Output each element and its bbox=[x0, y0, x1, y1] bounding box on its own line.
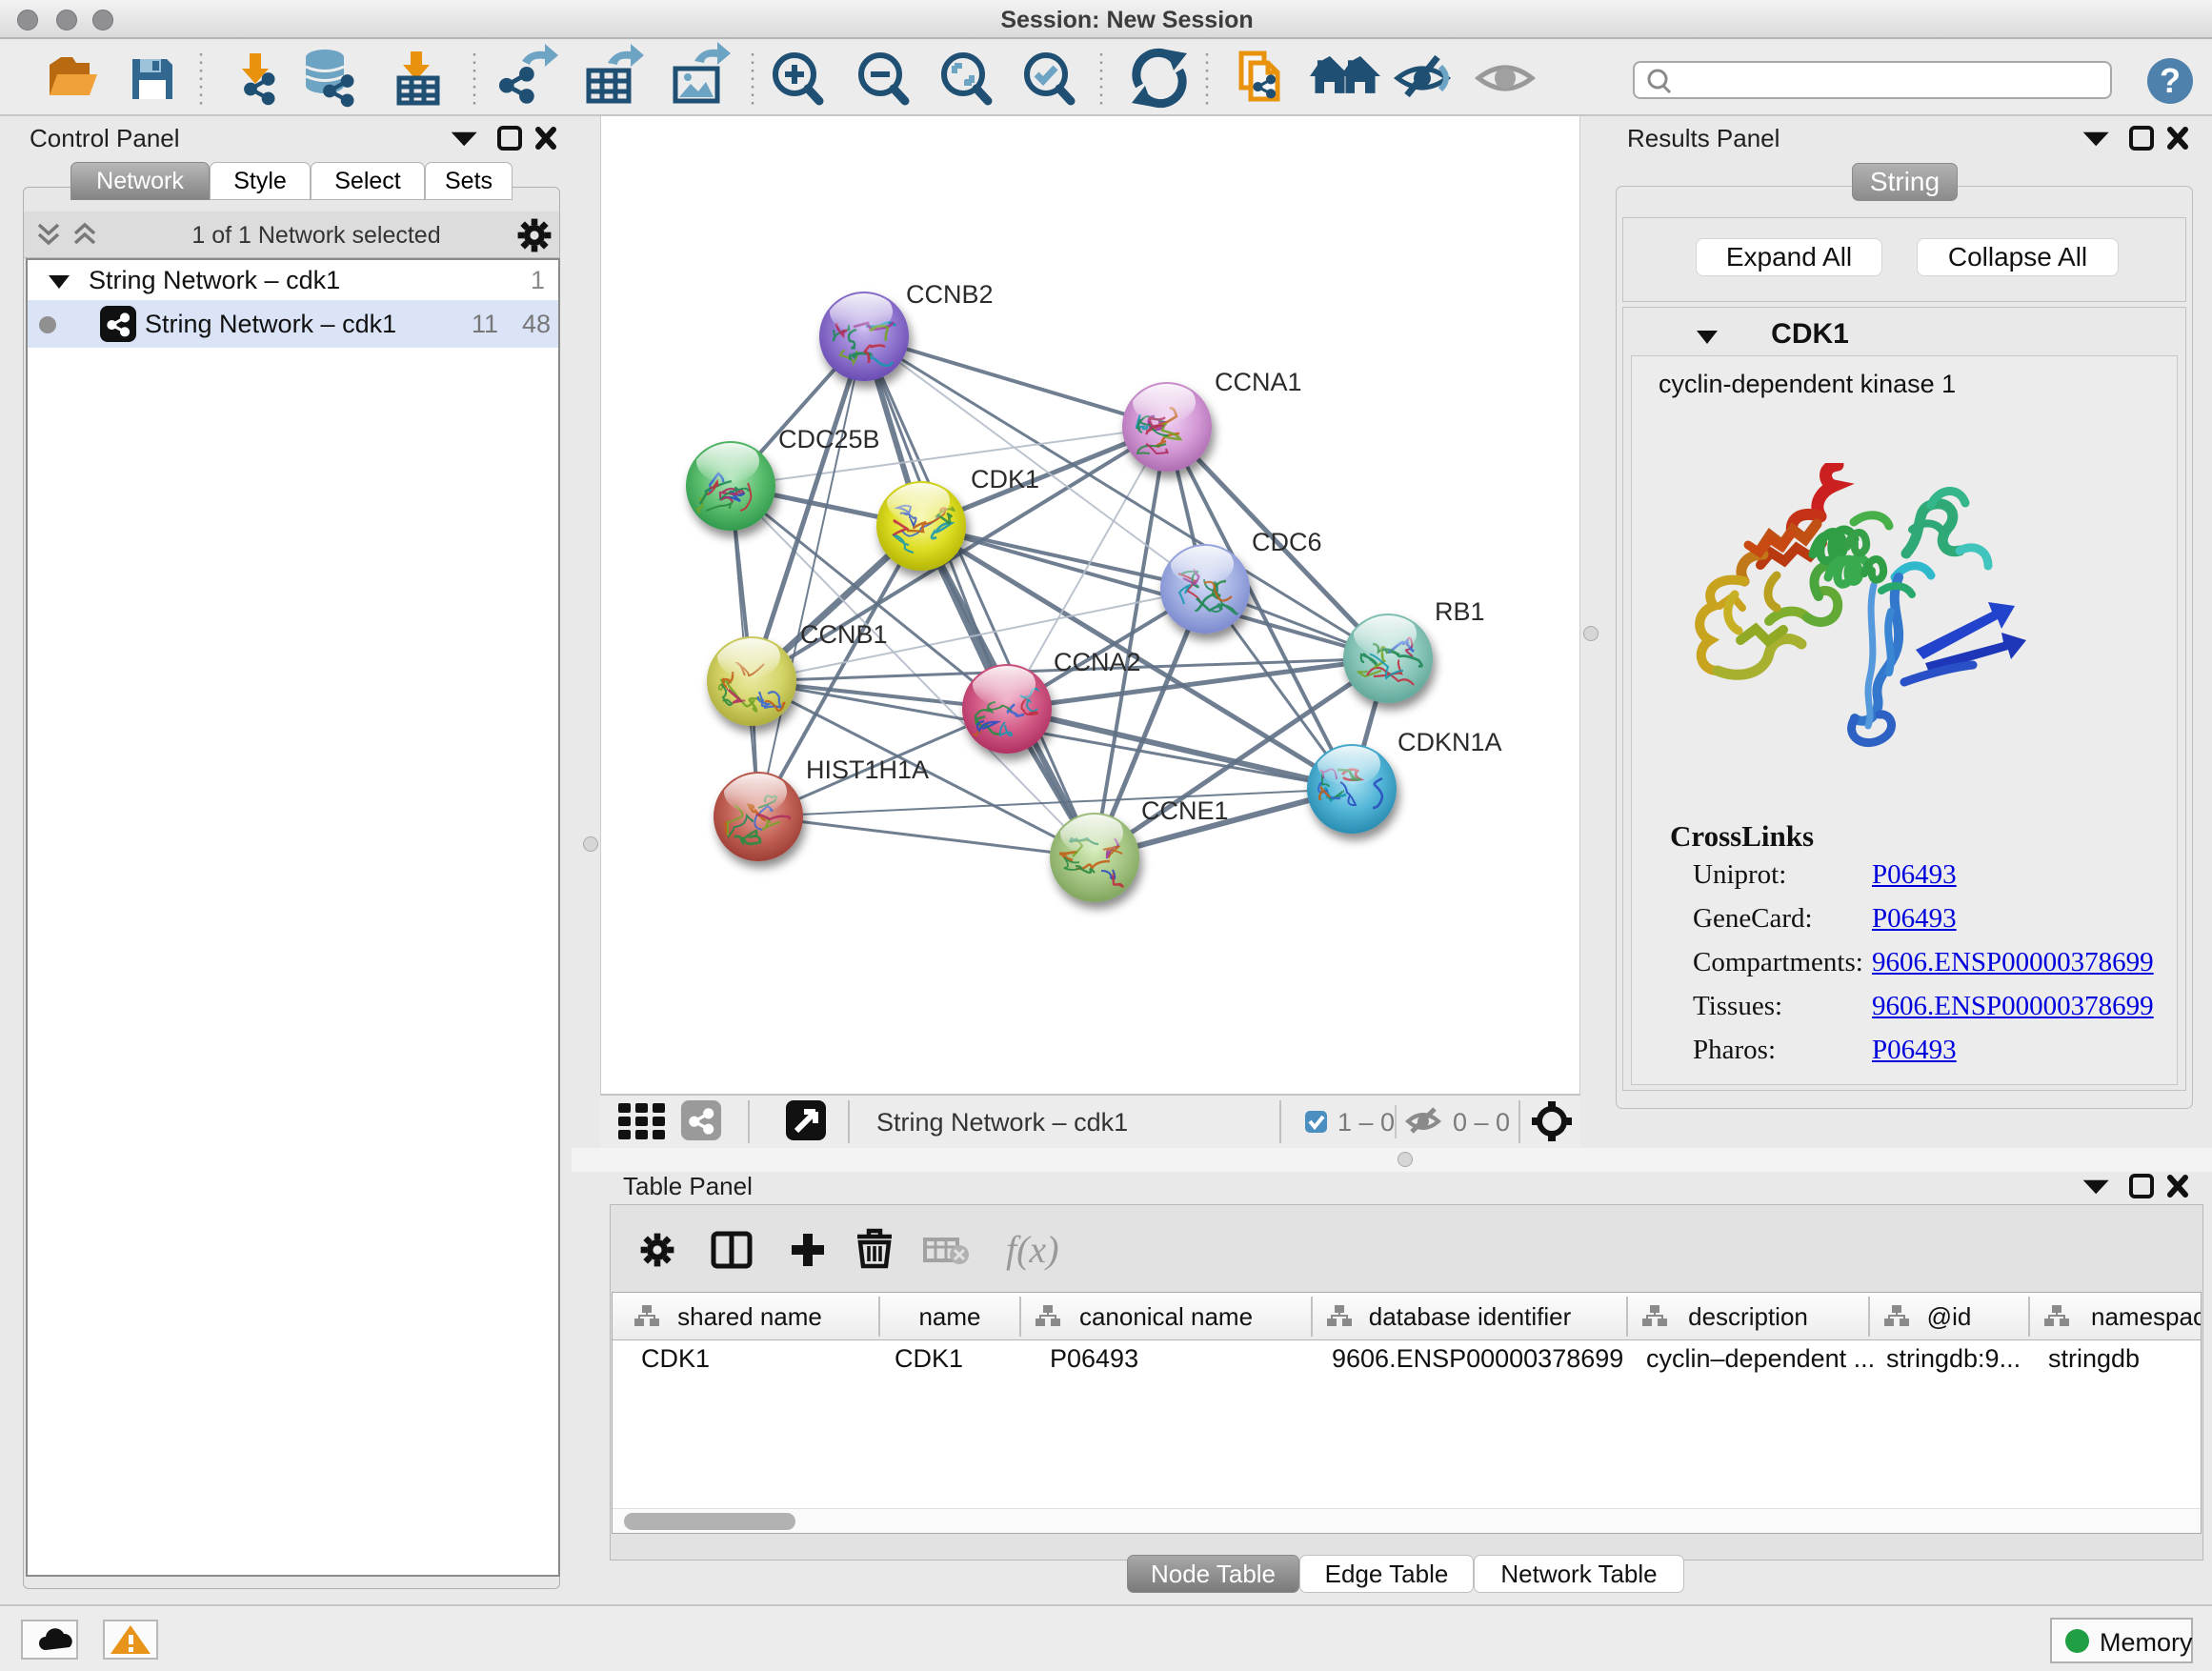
svg-text:CCNB1: CCNB1 bbox=[800, 620, 888, 649]
svg-text:name: name bbox=[918, 1302, 980, 1331]
svg-text:?: ? bbox=[2160, 61, 2181, 100]
svg-text:CDKN1A: CDKN1A bbox=[1398, 728, 1502, 756]
svg-text:description: description bbox=[1688, 1302, 1808, 1331]
svg-text:CCNB2: CCNB2 bbox=[906, 280, 994, 309]
svg-text:CCNA1: CCNA1 bbox=[1215, 368, 1302, 396]
svg-text:0 – 0: 0 – 0 bbox=[1453, 1108, 1510, 1137]
svg-text:canonical name: canonical name bbox=[1079, 1302, 1253, 1331]
svg-text:database identifier: database identifier bbox=[1369, 1302, 1572, 1331]
svg-text:CCNA2: CCNA2 bbox=[1054, 648, 1141, 676]
svg-text:RB1: RB1 bbox=[1435, 597, 1485, 626]
svg-text:CDK1: CDK1 bbox=[971, 465, 1039, 493]
svg-text:@id: @id bbox=[1927, 1302, 1972, 1331]
svg-text:CDC25B: CDC25B bbox=[778, 425, 880, 453]
svg-text:String Network – cdk1: String Network – cdk1 bbox=[876, 1108, 1128, 1137]
svg-text:CDC6: CDC6 bbox=[1252, 528, 1322, 556]
svg-text:CCNE1: CCNE1 bbox=[1141, 796, 1229, 825]
svg-text:shared name: shared name bbox=[677, 1302, 822, 1331]
svg-text:HIST1H1A: HIST1H1A bbox=[806, 755, 929, 784]
svg-text:namespace: namespace bbox=[2091, 1302, 2201, 1331]
svg-text:f(x): f(x) bbox=[1006, 1228, 1059, 1271]
svg-text:1 – 0: 1 – 0 bbox=[1337, 1108, 1395, 1137]
